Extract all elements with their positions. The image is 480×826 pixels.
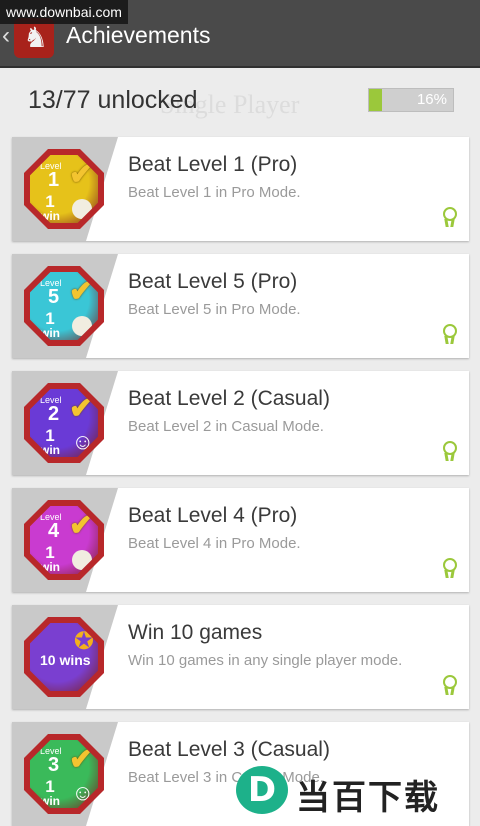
achievement-card[interactable]: ✪ 10 wins Win 10 games Win 10 games in a…: [12, 605, 469, 709]
achievement-title: Win 10 games: [128, 621, 263, 644]
achievement-title: Beat Level 5 (Pro): [128, 270, 298, 293]
medal-level-number: 3: [48, 754, 60, 776]
medal-level-number: 4: [48, 520, 60, 542]
back-chevron-icon[interactable]: ‹: [2, 24, 10, 48]
achievement-description: Beat Level 1 in Pro Mode.: [128, 184, 301, 201]
achievement-card[interactable]: Level 4 ✔ 1 win Beat Level 4 (Pro) Beat L…: [12, 488, 469, 592]
achievement-title: Beat Level 1 (Pro): [128, 153, 298, 176]
checkmark-icon: ✔: [68, 509, 94, 542]
achievement-thumb: Level 2 ✔ 1 win ☺: [12, 371, 118, 475]
progress-fill: [369, 89, 383, 111]
medal-face: Level 5 ✔ 1 win: [30, 272, 98, 340]
achievement-card[interactable]: Level 1 ✔ 1 win Beat Level 1 (Pro) Beat L…: [12, 137, 469, 241]
chess-knight-icon: ♞: [23, 21, 49, 54]
medal-wins-text: 10 wins: [40, 652, 91, 668]
achievement-title: Beat Level 2 (Casual): [128, 387, 330, 410]
unlocked-award-icon: [443, 441, 457, 463]
unlocked-award-icon: [443, 675, 457, 697]
level-medal-icon: Level 2 ✔ 1 win ☺: [24, 383, 104, 463]
achievement-thumb: Level 4 ✔ 1 win: [12, 488, 118, 592]
achievement-description: Beat Level 4 in Pro Mode.: [128, 535, 301, 552]
medal-win-count: 1 win: [40, 543, 60, 574]
chess-piece-icon: [72, 316, 92, 336]
smiley-icon: ☺: [71, 780, 94, 805]
achievement-card[interactable]: Level 5 ✔ 1 win Beat Level 5 (Pro) Beat L…: [12, 254, 469, 358]
progress-percent: 16%: [416, 91, 447, 108]
medal-win-count: 1 win: [40, 777, 60, 808]
level-medal-icon: Level 4 ✔ 1 win: [24, 500, 104, 580]
chess-piece-icon: [72, 199, 92, 219]
medal-face: Level 2 ✔ 1 win ☺: [30, 389, 98, 457]
medal-level-number: 1: [48, 169, 60, 191]
achievement-title: Beat Level 4 (Pro): [128, 504, 298, 527]
app-icon[interactable]: ♞: [14, 18, 54, 58]
unlocked-count: 13/77 unlocked: [28, 86, 198, 114]
checkmark-icon: ✔: [68, 275, 94, 308]
checkmark-icon: ✔: [68, 392, 94, 425]
level-medal-icon: Level 3 ✔ 1 win ☺: [24, 734, 104, 814]
unlocked-award-icon: [443, 207, 457, 229]
achievement-description: Beat Level 2 in Casual Mode.: [128, 418, 324, 435]
medal-win-count: 1 win: [40, 192, 60, 223]
achievement-thumb: ✪ 10 wins: [12, 605, 118, 709]
progress-bar: 16%: [368, 88, 454, 112]
watermark-url: www.downbai.com: [0, 0, 128, 24]
unlocked-award-icon: [443, 324, 457, 346]
medal-win-count: 1 win: [40, 309, 60, 340]
medal-face: ✪ 10 wins: [30, 623, 98, 691]
achievement-thumb: Level 1 ✔ 1 win: [12, 137, 118, 241]
medal-win-count: 1 win: [40, 426, 60, 457]
achievement-description: Win 10 games in any single player mode.: [128, 652, 403, 669]
unlocked-award-icon: [443, 558, 457, 580]
checkmark-icon: ✔: [68, 158, 94, 191]
level-medal-icon: Level 5 ✔ 1 win: [24, 266, 104, 346]
level-medal-icon: Level 1 ✔ 1 win: [24, 149, 104, 229]
download-site-badge: D 当百下载: [236, 760, 480, 822]
chess-piece-icon: [72, 550, 92, 570]
medal-level-number: 5: [48, 286, 60, 308]
medal-level-number: 2: [48, 403, 60, 425]
medal-face: Level 4 ✔ 1 win: [30, 506, 98, 574]
medal-face: Level 3 ✔ 1 win ☺: [30, 740, 98, 808]
achievement-thumb: Level 3 ✔ 1 win ☺: [12, 722, 118, 826]
unlock-summary: Single Player 13/77 unlocked 16%: [0, 70, 480, 132]
medal-face: Level 1 ✔ 1 win: [30, 155, 98, 223]
achievement-description: Beat Level 5 in Pro Mode.: [128, 301, 301, 318]
checkmark-icon: ✔: [68, 743, 94, 776]
wins-medal-icon: ✪ 10 wins: [24, 617, 104, 697]
download-site-text: 当百下载: [296, 778, 440, 818]
achievement-title: Beat Level 3 (Casual): [128, 738, 330, 761]
page-title: Achievements: [66, 22, 211, 48]
download-logo-icon: D: [236, 766, 288, 814]
smiley-icon: ☺: [71, 429, 94, 454]
action-bar: ‹ ♞ Achievements www.downbai.com: [0, 0, 480, 68]
achievement-thumb: Level 5 ✔ 1 win: [12, 254, 118, 358]
achievement-card[interactable]: Level 2 ✔ 1 win ☺ Beat Level 2 (Casual) B…: [12, 371, 469, 475]
